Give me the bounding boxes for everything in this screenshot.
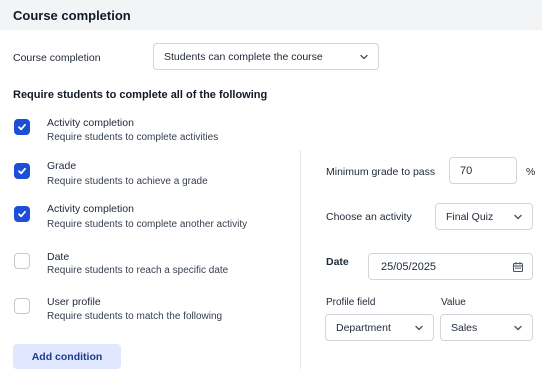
course-completion-label: Course completion xyxy=(13,52,101,64)
profile-field-label: Profile field xyxy=(326,297,376,308)
percent-unit: % xyxy=(526,166,536,178)
value-select[interactable]: Sales xyxy=(440,314,533,341)
condition-title: Activity completion xyxy=(47,117,134,129)
profile-field-select-value: Department xyxy=(336,321,391,334)
chevron-down-icon xyxy=(510,320,526,336)
condition-description: Require students to complete activities xyxy=(47,132,219,143)
add-condition-button[interactable]: Add condition xyxy=(13,344,121,369)
minimum-grade-input[interactable]: 70 xyxy=(449,157,517,184)
chevron-down-icon xyxy=(411,320,427,336)
value-label: Value xyxy=(441,297,466,308)
value-select-value: Sales xyxy=(451,321,478,334)
date-input[interactable]: 25/05/2025 xyxy=(368,253,533,280)
date-value: 25/05/2025 xyxy=(381,260,437,273)
check-icon xyxy=(18,167,26,175)
column-divider xyxy=(300,150,301,369)
chevron-down-icon xyxy=(510,209,526,225)
minimum-grade-value: 70 xyxy=(460,164,473,177)
condition-title: Activity completion xyxy=(47,203,134,215)
choose-activity-label: Choose an activity xyxy=(326,211,412,223)
date-checkbox[interactable] xyxy=(14,253,30,269)
condition-title: User profile xyxy=(47,296,101,308)
date-label: Date xyxy=(326,256,349,268)
grade-checkbox[interactable] xyxy=(14,163,30,179)
minimum-grade-label: Minimum grade to pass xyxy=(326,166,436,178)
another-activity-checkbox[interactable] xyxy=(14,206,30,222)
section-header: Course completion xyxy=(0,0,542,30)
condition-description: Require students to reach a specific dat… xyxy=(47,265,229,276)
activity-completion-checkbox[interactable] xyxy=(14,119,30,135)
requirements-heading: Require students to complete all of the … xyxy=(13,89,268,101)
section-title: Course completion xyxy=(13,8,131,23)
course-completion-select[interactable]: Students can complete the course xyxy=(153,43,379,70)
check-icon xyxy=(18,123,26,131)
condition-description: Require students to complete another act… xyxy=(47,219,248,230)
profile-field-select[interactable]: Department xyxy=(325,314,434,341)
course-completion-select-value: Students can complete the course xyxy=(164,50,323,63)
chevron-down-icon xyxy=(356,49,372,65)
condition-title: Date xyxy=(47,251,70,263)
user-profile-checkbox[interactable] xyxy=(14,298,30,314)
condition-title: Grade xyxy=(47,160,77,172)
condition-description: Require students to achieve a grade xyxy=(47,176,208,187)
add-condition-label: Add condition xyxy=(31,350,103,363)
check-icon xyxy=(18,210,26,218)
calendar-icon[interactable] xyxy=(512,261,524,273)
condition-description: Require students to match the following xyxy=(47,311,223,322)
activity-select-value: Final Quiz xyxy=(446,210,494,223)
activity-select[interactable]: Final Quiz xyxy=(435,203,533,230)
